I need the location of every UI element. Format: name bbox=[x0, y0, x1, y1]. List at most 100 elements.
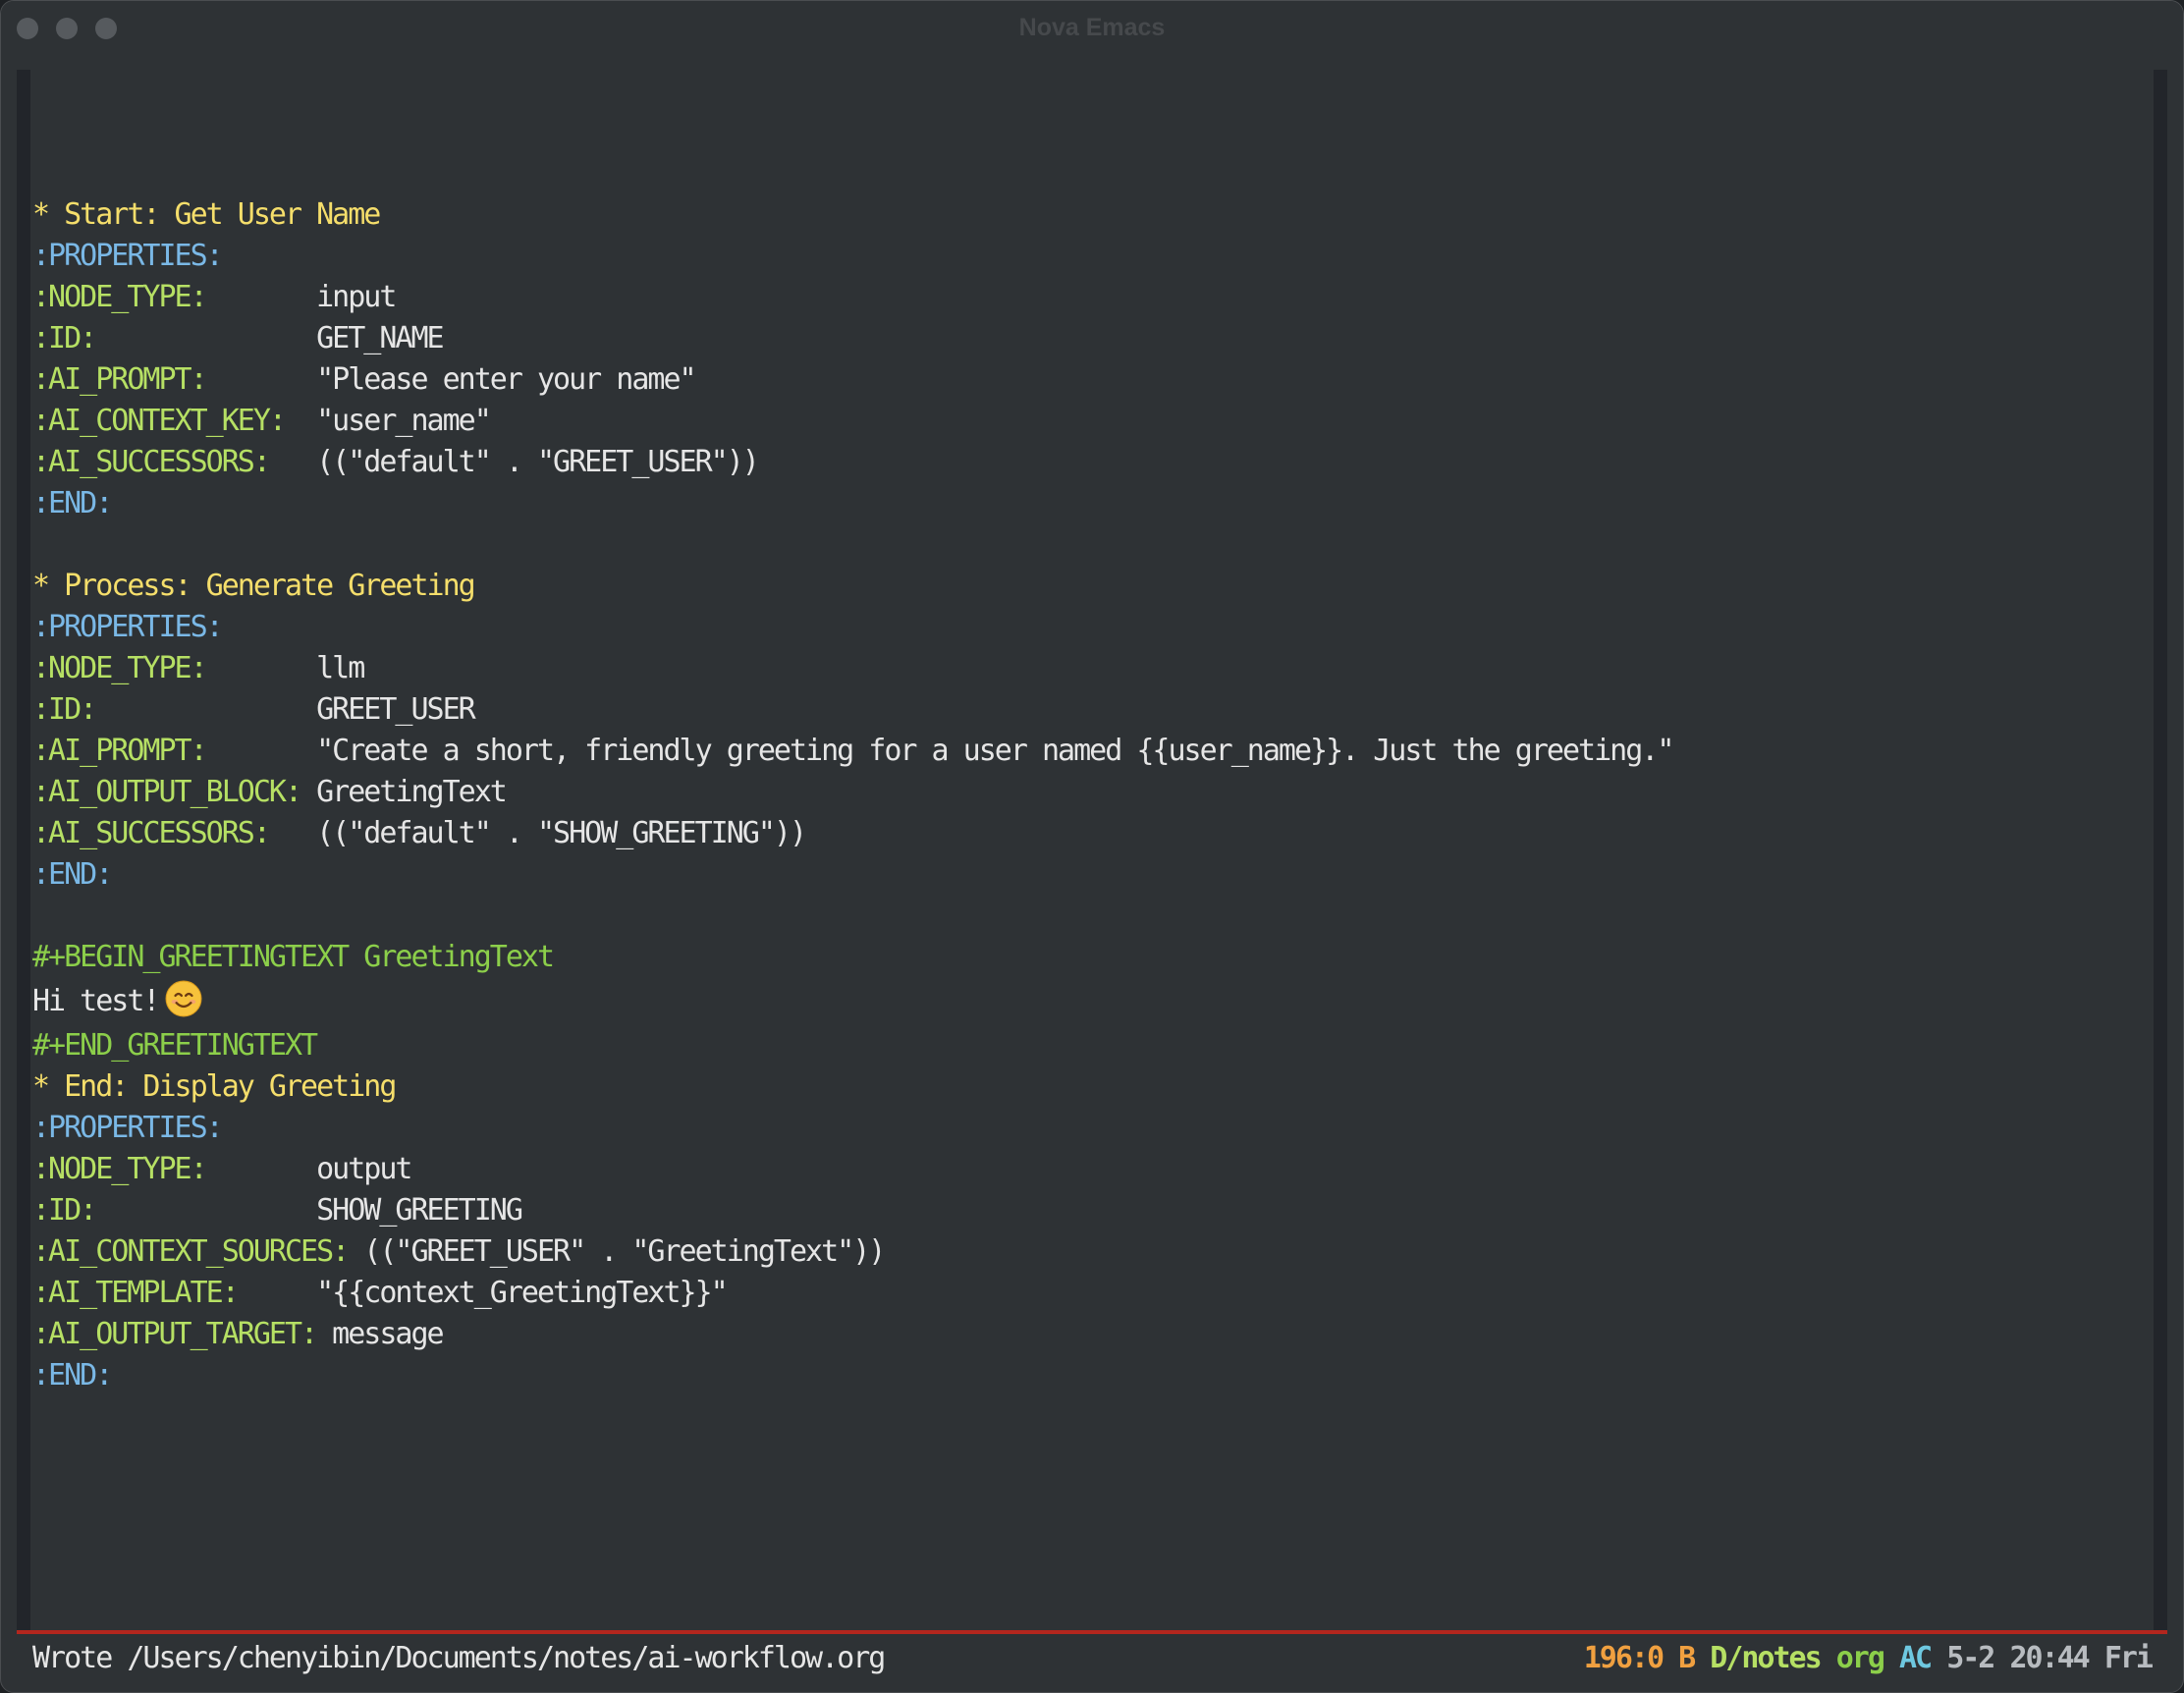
property-value: "Create a short, friendly greeting for a… bbox=[316, 734, 1674, 768]
property-line: :ID: GREET_USER bbox=[32, 689, 1672, 731]
property-value: GREET_USER bbox=[316, 692, 476, 727]
title-bar: Nova Emacs bbox=[1, 1, 2183, 54]
property-padding bbox=[206, 362, 316, 397]
property-padding bbox=[95, 1193, 316, 1228]
org-buffer-text-area[interactable]: * Start: Get User Name:PROPERTIES::NODE_… bbox=[32, 194, 1674, 1396]
property-padding bbox=[206, 280, 316, 314]
drawer-marker: :PROPERTIES: bbox=[32, 239, 224, 273]
weekday: Fri bbox=[2103, 1641, 2154, 1675]
property-key: :AI_SUCCESSORS: bbox=[32, 445, 271, 479]
property-value: message bbox=[332, 1317, 444, 1351]
org-heading: * End: Display Greeting bbox=[32, 1069, 397, 1104]
property-line: :ID: SHOW_GREETING bbox=[32, 1190, 1672, 1231]
block-delimiter: #+BEGIN_GREETINGTEXT GreetingText bbox=[32, 940, 555, 974]
block-content-line: Hi test! bbox=[32, 978, 1672, 1025]
window-title: Nova Emacs bbox=[1018, 14, 1166, 41]
property-value: input bbox=[316, 280, 397, 314]
cursor-position: 196:0 bbox=[1583, 1641, 1665, 1675]
drawer-line: :END: bbox=[32, 483, 1672, 524]
org-heading: * Start: Get User Name bbox=[32, 197, 381, 232]
smiling-face-icon bbox=[165, 980, 202, 1017]
property-padding bbox=[300, 775, 316, 809]
minor-mode: AC bbox=[1899, 1641, 1933, 1675]
major-mode: org bbox=[1835, 1641, 1885, 1675]
drawer-line: :PROPERTIES: bbox=[32, 607, 1672, 648]
org-heading-line: * End: Display Greeting bbox=[32, 1066, 1672, 1108]
property-key: :AI_TEMPLATE: bbox=[32, 1276, 240, 1310]
property-padding bbox=[206, 1152, 316, 1186]
drawer-marker: :END: bbox=[32, 1358, 113, 1393]
property-value: "{{context_GreetingText}}" bbox=[316, 1276, 729, 1310]
property-key: :NODE_TYPE: bbox=[32, 1152, 208, 1186]
property-key: :AI_PROMPT: bbox=[32, 362, 208, 397]
org-heading-line: * Process: Generate Greeting bbox=[32, 566, 1672, 607]
left-fringe bbox=[17, 70, 30, 1631]
block-delimiter: #+END_GREETINGTEXT bbox=[32, 1028, 318, 1063]
block-content-text: Hi test! bbox=[32, 984, 160, 1018]
property-value: (("GREET_USER" . "GreetingText")) bbox=[363, 1234, 886, 1269]
mode-line: Wrote /Users/chenyibin/Documents/notes/a… bbox=[17, 1634, 2167, 1683]
property-line: :AI_PROMPT: "Please enter your name" bbox=[32, 359, 1672, 401]
property-padding bbox=[206, 734, 316, 768]
drawer-marker: :PROPERTIES: bbox=[32, 1111, 224, 1145]
property-key: :AI_CONTEXT_SOURCES: bbox=[32, 1234, 350, 1269]
property-padding bbox=[238, 1276, 316, 1310]
drawer-marker: :END: bbox=[32, 486, 113, 520]
right-fringe bbox=[2154, 70, 2167, 1631]
property-line: :AI_OUTPUT_BLOCK: GreetingText bbox=[32, 772, 1672, 813]
emacs-window: Nova Emacs * Start: Get User Name :PROPER… bbox=[0, 0, 2184, 1693]
property-padding bbox=[95, 321, 316, 355]
date: 5-2 bbox=[1946, 1641, 1995, 1675]
property-padding bbox=[206, 651, 316, 685]
property-value: "Please enter your name" bbox=[316, 362, 696, 397]
property-line: :AI_SUCCESSORS: (("default" . "GREET_USE… bbox=[32, 442, 1672, 483]
block-delimiter-line: #+BEGIN_GREETINGTEXT GreetingText bbox=[32, 937, 1672, 978]
property-value: GET_NAME bbox=[316, 321, 444, 355]
property-key: :NODE_TYPE: bbox=[32, 280, 208, 314]
drawer-marker: :PROPERTIES: bbox=[32, 610, 224, 644]
property-key: :AI_OUTPUT_TARGET: bbox=[32, 1317, 318, 1351]
property-padding bbox=[95, 692, 316, 727]
property-line: :ID: GET_NAME bbox=[32, 318, 1672, 359]
property-value: output bbox=[316, 1152, 412, 1186]
property-padding bbox=[316, 1317, 332, 1351]
drawer-line: :PROPERTIES: bbox=[32, 236, 1672, 277]
org-heading-line: * Start: Get User Name bbox=[32, 194, 1672, 236]
buffer-flag: B bbox=[1678, 1641, 1696, 1675]
property-key: :ID: bbox=[32, 692, 97, 727]
drawer-marker: :END: bbox=[32, 857, 113, 892]
drawer-line: :PROPERTIES: bbox=[32, 1108, 1672, 1149]
block-delimiter-line: #+END_GREETINGTEXT bbox=[32, 1025, 1672, 1066]
property-key: :ID: bbox=[32, 1193, 97, 1228]
property-value: GreetingText bbox=[316, 775, 508, 809]
property-padding bbox=[348, 1234, 363, 1269]
drawer-line: :END: bbox=[32, 854, 1672, 896]
property-key: :AI_SUCCESSORS: bbox=[32, 816, 271, 850]
property-line: :NODE_TYPE: input bbox=[32, 277, 1672, 318]
echo-area-message: Wrote /Users/chenyibin/Documents/notes/a… bbox=[32, 1641, 886, 1675]
property-value: llm bbox=[316, 651, 365, 685]
property-key: :AI_OUTPUT_BLOCK: bbox=[32, 775, 302, 809]
property-padding bbox=[269, 816, 316, 850]
property-line: :AI_SUCCESSORS: (("default" . "SHOW_GREE… bbox=[32, 813, 1672, 854]
buffer-directory: D/notes bbox=[1710, 1641, 1822, 1675]
property-line: :AI_TEMPLATE: "{{context_GreetingText}}" bbox=[32, 1273, 1672, 1314]
property-key: :ID: bbox=[32, 321, 97, 355]
property-line: :NODE_TYPE: output bbox=[32, 1149, 1672, 1190]
property-line: :AI_CONTEXT_SOURCES: (("GREET_USER" . "G… bbox=[32, 1231, 1672, 1273]
property-line: :NODE_TYPE: llm bbox=[32, 648, 1672, 689]
property-value: (("default" . "GREET_USER")) bbox=[316, 445, 760, 479]
property-line: :AI_CONTEXT_KEY: "user_name" bbox=[32, 401, 1672, 442]
mode-line-status: 196:0 B D/notes org AC 5-2 20:44 Fri bbox=[1583, 1634, 2154, 1683]
property-padding bbox=[269, 445, 316, 479]
drawer-line: :END: bbox=[32, 1355, 1672, 1396]
property-value: (("default" . "SHOW_GREETING")) bbox=[316, 816, 807, 850]
clock: 20:44 bbox=[2009, 1641, 2090, 1675]
property-key: :NODE_TYPE: bbox=[32, 651, 208, 685]
property-value: SHOW_GREETING bbox=[316, 1193, 523, 1228]
property-key: :AI_PROMPT: bbox=[32, 734, 208, 768]
property-padding bbox=[285, 404, 316, 438]
org-heading: * Process: Generate Greeting bbox=[32, 569, 476, 603]
